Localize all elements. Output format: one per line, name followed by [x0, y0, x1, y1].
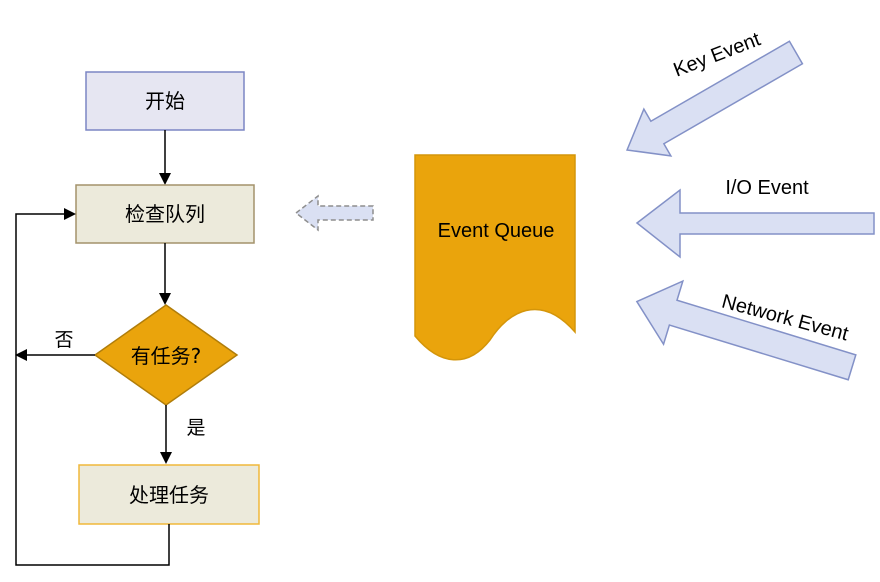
dashed-queue-arrow: [294, 194, 374, 232]
process-task-label: 处理任务: [129, 483, 209, 507]
io-event-label: I/O Event: [725, 177, 809, 199]
event-queue-label: Event Queue: [438, 220, 555, 242]
decision-label: 有任务?: [131, 344, 202, 368]
event-loop-diagram: 开始 检查队列 有任务? 否 是 处理任务 Event Queue Key Ev…: [15, 28, 875, 566]
check-queue-label: 检查队列: [125, 202, 205, 226]
check-queue-node: 检查队列: [75, 184, 255, 244]
no-label: 否: [54, 329, 73, 351]
has-task-decision: 有任务?: [93, 304, 239, 406]
event-queue-shape: [414, 154, 576, 361]
yes-label: 是: [186, 417, 205, 439]
io-event-arrow: [635, 188, 875, 259]
process-task-node: 处理任务: [78, 464, 260, 525]
start-node: 开始: [85, 71, 245, 131]
event-queue-node: Event Queue: [414, 154, 576, 361]
start-label: 开始: [145, 89, 185, 113]
